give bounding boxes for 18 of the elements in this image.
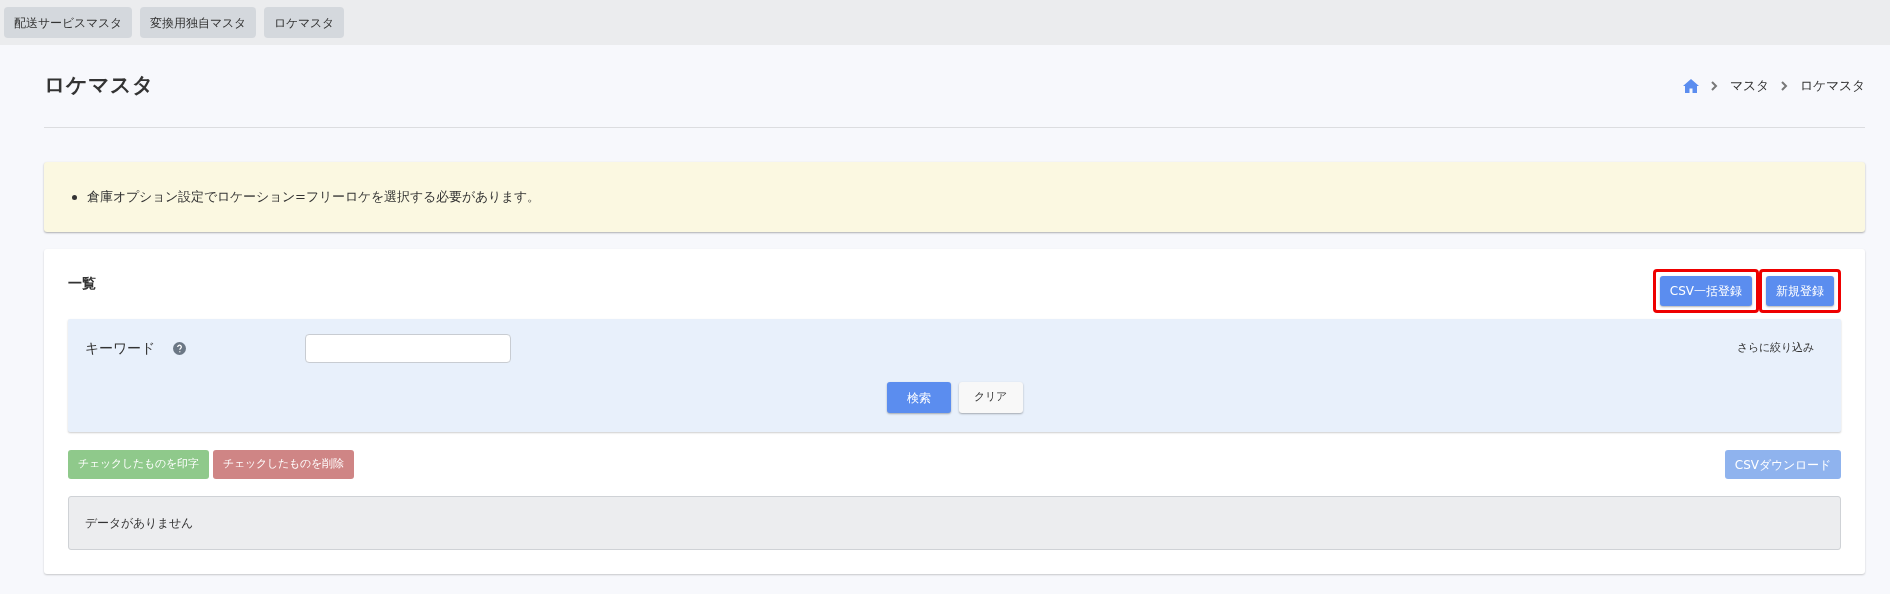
breadcrumb-item[interactable]: マスタ (1730, 76, 1769, 96)
page-title: ロケマスタ (44, 72, 154, 100)
nav-tab[interactable]: ロケマスタ (264, 7, 344, 38)
clear-button[interactable]: クリア (958, 382, 1023, 413)
chevron-icon (1711, 81, 1718, 91)
breadcrumb-item: ロケマスタ (1800, 77, 1865, 96)
nav-tab[interactable]: 変換用独自マスタ (140, 7, 256, 38)
bullet-icon (72, 194, 77, 200)
notice-text: 倉庫オプション設定でロケーション=フリーロケを選択する必要があります。 (87, 188, 540, 207)
chevron-icon (1781, 81, 1788, 91)
field-label: キーワード (85, 339, 156, 358)
home-icon[interactable] (1683, 79, 1699, 93)
nav-tab[interactable]: 配送サービスマスタ (4, 7, 132, 38)
empty-message: データがありません (85, 515, 193, 532)
help-icon[interactable] (173, 342, 186, 355)
section-title: 一覧 (68, 274, 96, 293)
more-filters-link[interactable]: さらに絞り込み (1737, 340, 1814, 357)
keyword-field[interactable] (305, 334, 511, 363)
